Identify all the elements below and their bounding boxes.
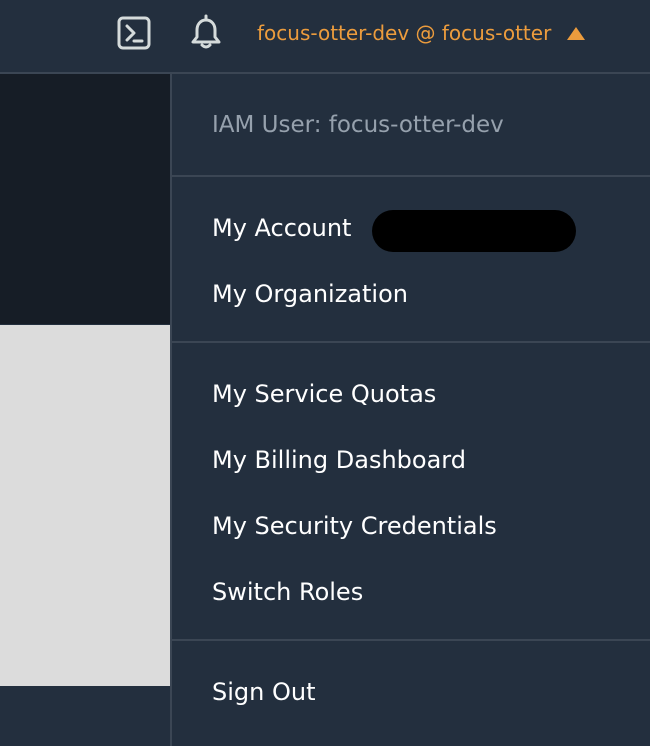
menu-item-my-security-credentials[interactable]: My Security Credentials — [212, 510, 497, 542]
page-backdrop-dark — [0, 74, 170, 324]
caret-up-icon — [567, 26, 586, 40]
menu-item-my-organization[interactable]: My Organization — [212, 278, 408, 310]
top-navigation-bar: focus-otter-dev @ focus-otter — [0, 0, 650, 74]
notifications-button[interactable] — [188, 14, 224, 50]
account-label: focus-otter-dev @ focus-otter — [257, 21, 552, 45]
account-dropdown-menu: IAM User: focus-otter-dev My Account My … — [170, 74, 650, 746]
iam-user-label: IAM User: focus-otter-dev — [212, 112, 504, 138]
menu-item-my-billing-dashboard[interactable]: My Billing Dashboard — [212, 444, 466, 476]
menu-divider — [172, 639, 650, 641]
menu-item-switch-roles[interactable]: Switch Roles — [212, 576, 363, 608]
redacted-account-id — [372, 210, 576, 252]
page-backdrop-footer — [0, 686, 170, 746]
bell-icon — [191, 14, 221, 49]
menu-item-my-account[interactable]: My Account — [212, 212, 351, 244]
page-backdrop-content — [0, 325, 170, 686]
account-menu-trigger[interactable]: focus-otter-dev @ focus-otter — [257, 18, 586, 48]
menu-divider — [172, 341, 650, 343]
menu-item-my-service-quotas[interactable]: My Service Quotas — [212, 378, 436, 410]
cloudshell-icon — [117, 16, 151, 50]
cloudshell-button[interactable] — [117, 16, 151, 50]
menu-item-sign-out[interactable]: Sign Out — [212, 676, 316, 708]
menu-divider — [172, 175, 650, 177]
